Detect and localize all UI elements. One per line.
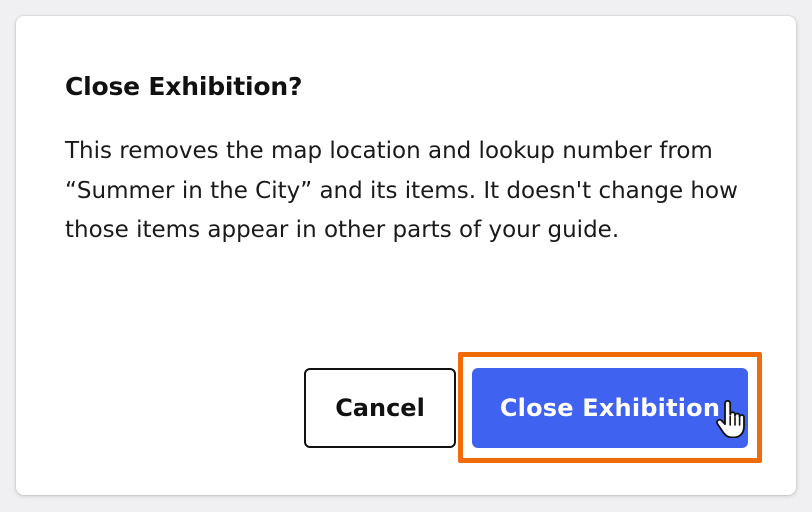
dialog-title: Close Exhibition?	[65, 72, 303, 101]
close-exhibition-button[interactable]: Close Exhibition	[472, 368, 748, 448]
cancel-button[interactable]: Cancel	[304, 368, 456, 448]
close-exhibition-dialog: Close Exhibition? This removes the map l…	[16, 16, 796, 495]
dialog-message: This removes the map location and lookup…	[65, 138, 738, 244]
hand-pointer-icon	[716, 400, 745, 438]
